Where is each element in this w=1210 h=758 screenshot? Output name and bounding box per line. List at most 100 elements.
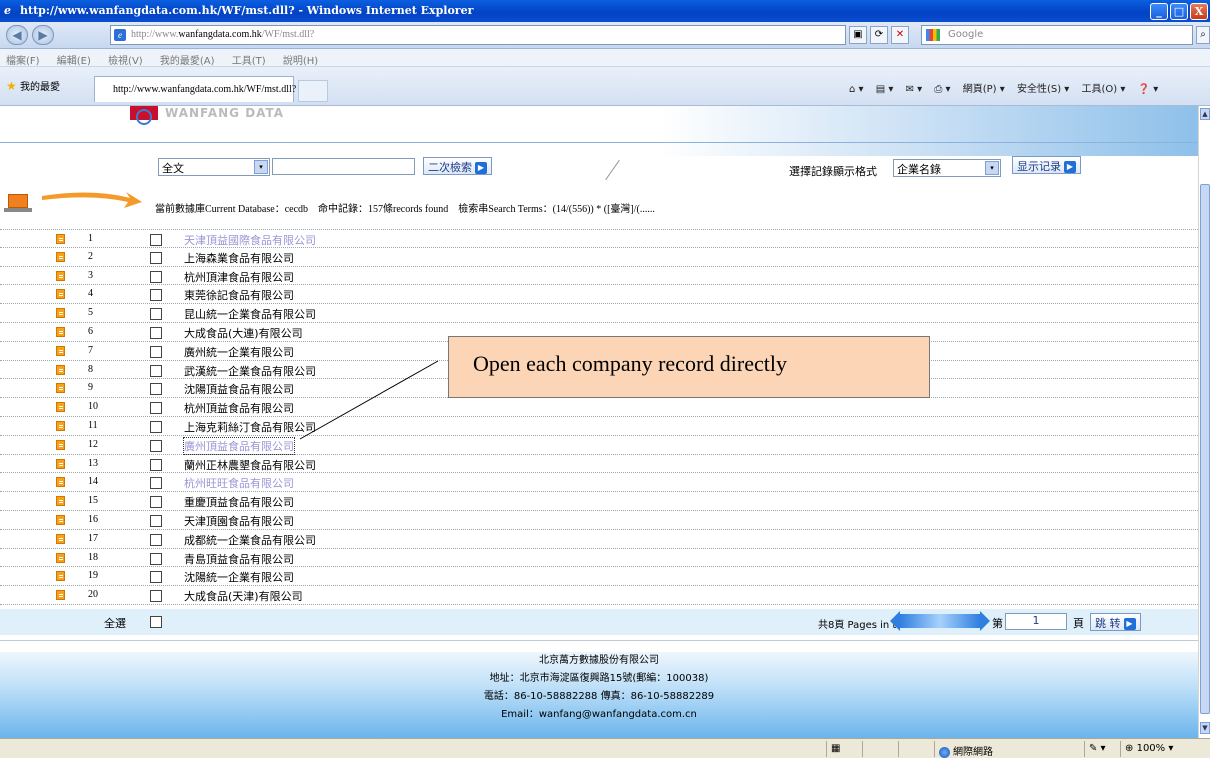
scrollbar-thumb[interactable]: [1200, 184, 1210, 714]
record-checkbox[interactable]: [150, 402, 162, 415]
page-number-input[interactable]: 1: [1005, 613, 1067, 630]
record-link[interactable]: 杭州旺旺食品有限公司: [184, 475, 294, 491]
record-icon[interactable]: [56, 270, 65, 281]
record-checkbox[interactable]: [150, 571, 162, 584]
record-icon[interactable]: [56, 402, 65, 413]
new-tab-button[interactable]: [298, 80, 328, 102]
record-link[interactable]: 廣州統一企業有限公司: [184, 344, 294, 360]
record-icon[interactable]: [56, 289, 65, 300]
help-menu[interactable]: ❓ ▾: [1138, 84, 1159, 95]
zoom-control[interactable]: ⊕ 100% ▾: [1120, 741, 1200, 757]
record-link[interactable]: 昆山統一企業食品有限公司: [184, 306, 316, 322]
safety-menu[interactable]: 安全性(S) ▾: [1017, 84, 1069, 95]
previous-page-arrow-icon[interactable]: [890, 611, 940, 631]
record-icon[interactable]: [56, 383, 65, 394]
secondary-search-button[interactable]: 二次檢索 ▶: [423, 157, 492, 175]
record-icon[interactable]: [56, 345, 65, 356]
compatibility-icon[interactable]: ▣: [849, 26, 867, 44]
format-select[interactable]: 企業名錄 ▾: [893, 159, 1001, 177]
search-scope-select[interactable]: 全文 ▾: [158, 158, 270, 176]
record-link[interactable]: 大成食品(大連)有限公司: [184, 325, 303, 341]
record-icon[interactable]: [56, 477, 65, 488]
record-checkbox[interactable]: [150, 345, 162, 358]
record-checkbox[interactable]: [150, 308, 162, 321]
menu-edit[interactable]: 編輯(E): [57, 56, 91, 67]
feeds-icon[interactable]: ▤ ▾: [876, 84, 894, 95]
record-icon[interactable]: [56, 364, 65, 375]
record-checkbox[interactable]: [150, 477, 162, 490]
footer-email[interactable]: Email：wanfang@wanfangdata.com.cn: [0, 706, 1198, 724]
next-page-arrow-icon[interactable]: [940, 611, 990, 631]
record-link[interactable]: 青島頂益食品有限公司: [184, 551, 294, 567]
vertical-scrollbar[interactable]: ▲ ▼: [1198, 106, 1210, 738]
menu-view[interactable]: 檢視(V): [108, 56, 143, 67]
menu-favorites[interactable]: 我的最愛(A): [160, 56, 215, 67]
print-icon[interactable]: ⎙ ▾: [934, 84, 950, 95]
record-link[interactable]: 重慶頂益食品有限公司: [184, 494, 294, 510]
record-link[interactable]: 武漢統一企業食品有限公司: [184, 363, 316, 379]
close-button[interactable]: X: [1190, 3, 1208, 20]
secondary-search-input[interactable]: [272, 158, 415, 175]
record-link[interactable]: 杭州頂津食品有限公司: [184, 269, 294, 285]
record-icon[interactable]: [56, 496, 65, 507]
stop-icon[interactable]: ✕: [891, 26, 909, 44]
record-checkbox[interactable]: [150, 251, 162, 264]
record-icon[interactable]: [56, 251, 65, 262]
record-link[interactable]: 杭州頂益食品有限公司: [184, 400, 294, 416]
record-icon[interactable]: [56, 590, 65, 601]
record-checkbox[interactable]: [150, 270, 162, 283]
record-checkbox[interactable]: [150, 383, 162, 396]
record-link[interactable]: 天津頂園食品有限公司: [184, 513, 294, 529]
record-checkbox[interactable]: [150, 552, 162, 565]
search-input[interactable]: Google: [921, 25, 1193, 45]
record-link[interactable]: 沈陽統一企業有限公司: [184, 569, 294, 585]
refresh-icon[interactable]: ⟳: [870, 26, 888, 44]
mail-icon[interactable]: ✉ ▾: [906, 84, 923, 95]
record-link[interactable]: 天津頂益國際食品有限公司: [184, 232, 316, 248]
select-all-checkbox[interactable]: [150, 616, 162, 628]
menu-help[interactable]: 說明(H): [283, 56, 318, 67]
maximize-button[interactable]: □: [1170, 3, 1188, 20]
scroll-down-icon[interactable]: ▼: [1200, 722, 1210, 734]
record-checkbox[interactable]: [150, 458, 162, 471]
record-icon[interactable]: [56, 420, 65, 431]
minimize-button[interactable]: _: [1150, 3, 1168, 20]
record-checkbox[interactable]: [150, 326, 162, 339]
record-link[interactable]: 東莞徐記食品有限公司: [184, 287, 294, 303]
record-checkbox[interactable]: [150, 289, 162, 302]
browser-tab[interactable]: http://www.wanfangdata.com.hk/WF/mst.dll…: [94, 76, 296, 102]
record-link[interactable]: 上海森業食品有限公司: [184, 250, 294, 266]
record-checkbox[interactable]: [150, 420, 162, 433]
record-checkbox[interactable]: [150, 590, 162, 603]
favorites-button[interactable]: ★ 我的最愛: [6, 78, 60, 93]
record-icon[interactable]: [56, 533, 65, 544]
record-icon[interactable]: [56, 571, 65, 582]
record-checkbox[interactable]: [150, 514, 162, 527]
page-menu[interactable]: 網頁(P) ▾: [963, 84, 1005, 95]
record-icon[interactable]: [56, 308, 65, 319]
forward-button[interactable]: ▶: [32, 25, 54, 45]
record-link[interactable]: 沈陽頂益食品有限公司: [184, 381, 294, 397]
record-checkbox[interactable]: [150, 533, 162, 546]
back-button[interactable]: ◀: [6, 25, 28, 45]
jump-button[interactable]: 跳 转 ▶: [1090, 613, 1141, 631]
record-link[interactable]: 成都統一企業食品有限公司: [184, 532, 316, 548]
show-records-button[interactable]: 显示记录 ▶: [1012, 156, 1081, 174]
record-link[interactable]: 上海克莉絲汀食品有限公司: [184, 419, 316, 435]
menu-file[interactable]: 檔案(F): [6, 56, 40, 67]
menu-tools[interactable]: 工具(T): [232, 56, 266, 67]
record-icon[interactable]: [56, 439, 65, 450]
tools-menu[interactable]: 工具(O) ▾: [1082, 84, 1126, 95]
protected-mode-icon[interactable]: ✎ ▾: [1084, 741, 1120, 757]
record-link[interactable]: 大成食品(天津)有限公司: [184, 588, 303, 604]
address-bar[interactable]: e http://www.wanfangdata.com.hk/WF/mst.d…: [110, 25, 846, 45]
search-go-icon[interactable]: ⌕: [1196, 26, 1210, 44]
record-link[interactable]: 廣州頂益食品有限公司: [183, 436, 295, 455]
record-link[interactable]: 蘭州正林農墾食品有限公司: [184, 457, 316, 473]
security-zone[interactable]: 網際網路: [934, 741, 1074, 758]
record-checkbox[interactable]: [150, 496, 162, 509]
record-icon[interactable]: [56, 514, 65, 525]
home-icon[interactable]: ⌂ ▾: [849, 84, 864, 95]
record-checkbox[interactable]: [150, 234, 162, 246]
record-icon[interactable]: [56, 552, 65, 563]
